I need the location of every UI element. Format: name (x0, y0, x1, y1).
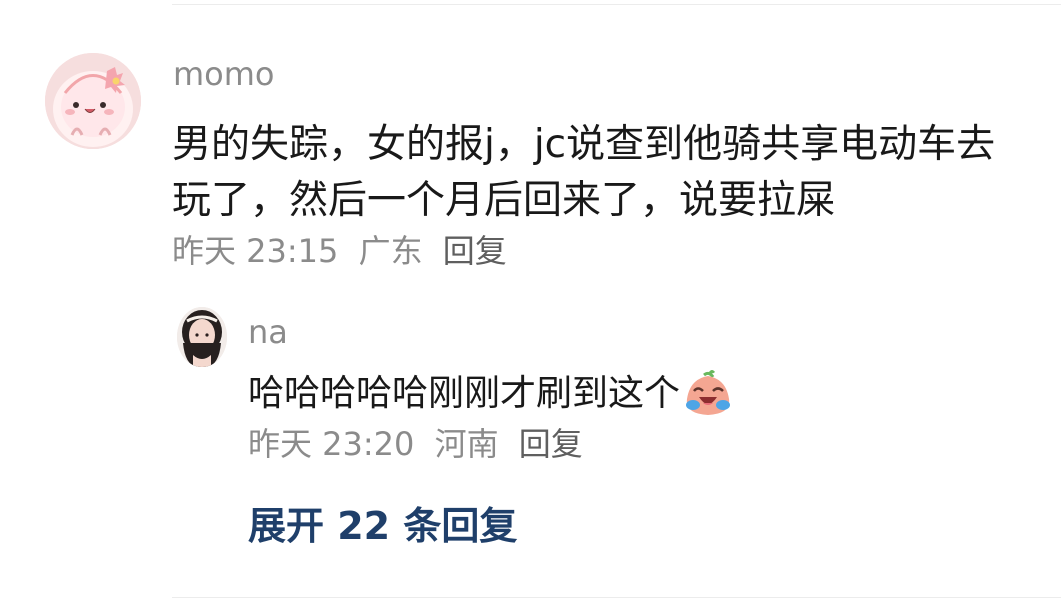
comment-thread: momo 男的失踪，女的报j，jc说查到他骑共享电动车去玩了，然后一个月后回来了… (0, 0, 1061, 616)
reply-content-row: 哈哈哈哈哈刚刚才刷到这个 (248, 368, 734, 420)
top-divider (172, 4, 1061, 5)
bottom-divider (172, 597, 1061, 598)
reply-content: 哈哈哈哈哈刚刚才刷到这个 (248, 373, 681, 414)
comment-username[interactable]: momo (173, 54, 275, 94)
reply-reply-button[interactable]: 回复 (519, 425, 583, 463)
comment-location: 广东 (358, 232, 423, 270)
comment-time: 昨天 23:15 (172, 232, 339, 270)
comment-meta: 昨天 23:15 广东 回复 (172, 230, 517, 272)
reply-location: 河南 (434, 425, 499, 463)
cartoon-pink-avatar-icon[interactable] (45, 53, 141, 149)
reply-username[interactable]: na (248, 312, 288, 352)
laughing-crying-emoji-icon (682, 369, 734, 419)
girl-portrait-avatar-icon[interactable] (177, 307, 227, 367)
comment-content: 男的失踪，女的报j，jc说查到他骑共享电动车去玩了，然后一个月后回来了，说要拉屎 (172, 122, 996, 223)
reply-time: 昨天 23:20 (248, 425, 415, 463)
reply-meta: 昨天 23:20 河南 回复 (248, 423, 593, 465)
comment-reply-button[interactable]: 回复 (443, 232, 507, 270)
expand-replies-link[interactable]: 展开 22 条回复 (248, 502, 517, 550)
